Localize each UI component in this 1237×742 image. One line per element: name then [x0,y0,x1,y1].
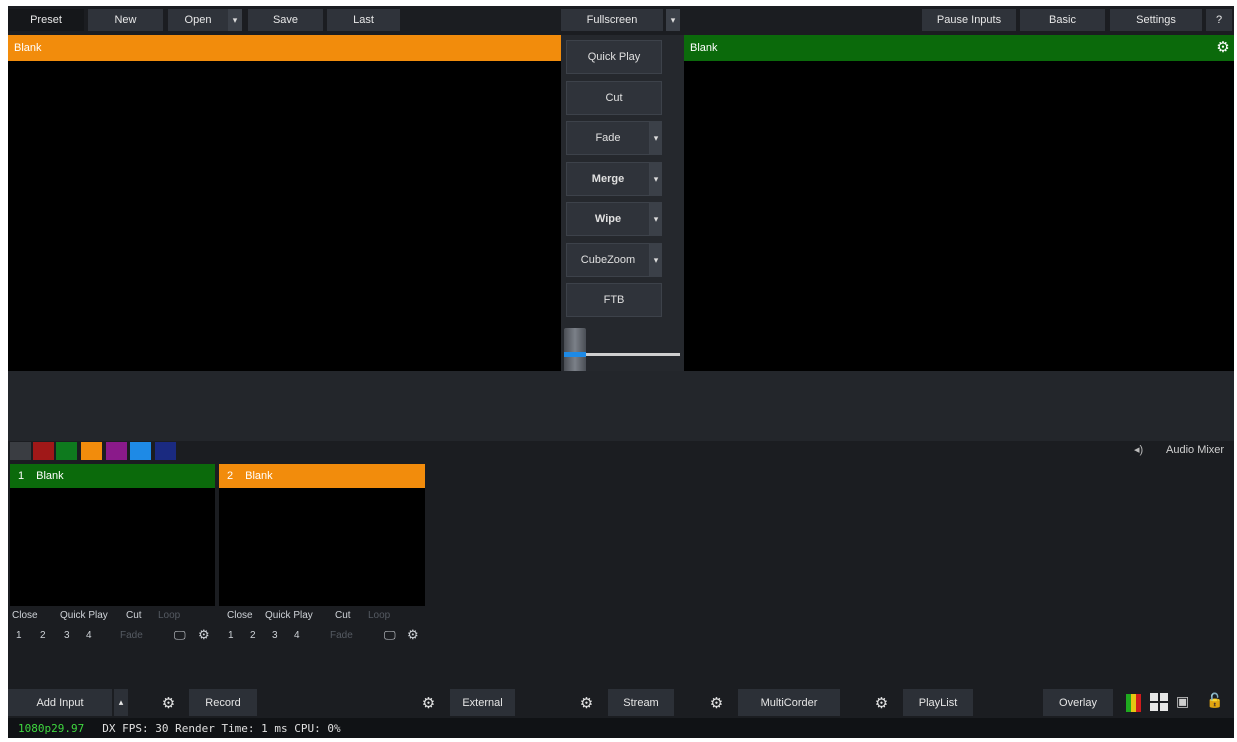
cubezoom-button[interactable]: CubeZoom [566,243,650,277]
input-2-preview[interactable] [219,488,425,606]
input-1-monitor-icon[interactable]: 🖵 [174,628,186,643]
external-settings-gear-icon[interactable]: ⚙ [415,689,442,716]
preview-video[interactable] [8,61,561,371]
record-button[interactable]: Record [189,689,257,716]
quick-play-button[interactable]: Quick Play [566,40,662,74]
color-swatch-purple[interactable] [106,442,127,460]
audio-mixer-label[interactable]: Audio Mixer [1166,444,1224,456]
new-button[interactable]: New [88,9,163,31]
playlist-settings-gear-icon[interactable]: ⚙ [868,689,895,716]
cut-button[interactable]: Cut [566,81,662,115]
input-2-overlay-1-button[interactable]: 1 [228,630,234,641]
input-1-overlay-1-button[interactable]: 1 [16,630,22,641]
preview-title-bar: Blank [8,35,561,61]
input-1-loop-button[interactable]: Loop [158,610,180,621]
input-2-close-button[interactable]: Close [227,610,253,621]
add-input-dropdown-caret[interactable]: ▴ [114,689,128,716]
performance-info: DX FPS: 30 Render Time: 1 ms CPU: 0% [102,721,341,735]
fullscreen-button[interactable]: Fullscreen [561,9,663,31]
wipe-options-caret[interactable]: ▾ [650,202,662,236]
input-1-number: 1 [18,470,25,482]
multiview-grid-icon[interactable] [1150,693,1168,711]
pause-inputs-button[interactable]: Pause Inputs [922,9,1016,31]
input-1-cut-button[interactable]: Cut [126,610,142,621]
input-2-title: Blank [245,470,273,482]
input-1-gear-icon[interactable]: ⚙ [198,627,210,643]
overlay-button[interactable]: Overlay [1043,689,1113,716]
wipe-button[interactable]: Wipe [566,202,650,236]
lock-icon[interactable]: 🔓 [1206,692,1226,712]
output-format-label: 1080p29.97 [18,721,85,735]
open-button[interactable]: Open [168,9,228,31]
input-2-gear-icon[interactable]: ⚙ [407,627,419,643]
multicorder-button[interactable]: MultiCorder [738,689,840,716]
stream-button[interactable]: Stream [608,689,674,716]
audio-mixer-icon[interactable]: ◂) [1134,443,1150,459]
input-2-number: 2 [227,470,234,482]
open-dropdown-caret[interactable]: ▾ [228,9,242,31]
t-bar-track [584,353,680,356]
basic-button[interactable]: Basic [1020,9,1105,31]
input-2-monitor-icon[interactable]: 🖵 [384,628,396,643]
ftb-button[interactable]: FTB [566,283,662,317]
color-swatch-navy[interactable] [155,442,176,460]
input-2-quick-play-button[interactable]: Quick Play [265,610,313,621]
input-1-overlay-2-button[interactable]: 2 [40,630,46,641]
status-bar: 1080p29.97 DX FPS: 30 Render Time: 1 ms … [8,718,1234,738]
color-swatch-blue[interactable] [130,442,151,460]
input-1-title: Blank [36,470,64,482]
input-1-preview[interactable] [10,488,215,606]
input-2-overlay-4-button[interactable]: 4 [294,630,300,641]
input-1-close-button[interactable]: Close [12,610,38,621]
output-video[interactable] [684,61,1234,371]
settings-button[interactable]: Settings [1110,9,1202,31]
color-swatch-orange[interactable] [81,442,102,460]
input-2-title-bar[interactable]: 2 Blank [219,464,425,488]
fullscreen-dropdown-caret[interactable]: ▾ [666,9,680,31]
input-2-fade-button[interactable]: Fade [330,630,353,641]
input-1-fade-button[interactable]: Fade [120,630,143,641]
stream-settings-gear-icon[interactable]: ⚙ [573,689,600,716]
playlist-button[interactable]: PlayList [903,689,973,716]
preset-button[interactable]: Preset [8,9,84,31]
fade-options-caret[interactable]: ▾ [650,121,662,155]
output-gear-icon[interactable]: ⚙ [1214,38,1232,56]
record-settings-gear-icon[interactable]: ⚙ [155,689,182,716]
fade-button[interactable]: Fade [566,121,650,155]
preview-title: Blank [14,42,42,54]
input-2-cut-button[interactable]: Cut [335,610,351,621]
color-swatch-gray[interactable] [10,442,31,460]
input-1-overlay-3-button[interactable]: 3 [64,630,70,641]
input-2-loop-button[interactable]: Loop [368,610,390,621]
input-1-title-bar[interactable]: 1 Blank [10,464,215,488]
merge-options-caret[interactable]: ▾ [650,162,662,196]
save-button[interactable]: Save [248,9,323,31]
snapshot-icon[interactable]: ▣ [1176,693,1196,711]
last-button[interactable]: Last [327,9,400,31]
input-1-quick-play-button[interactable]: Quick Play [60,610,108,621]
color-swatch-red[interactable] [33,442,54,460]
output-title-bar: Blank [684,35,1234,61]
input-1-overlay-4-button[interactable]: 4 [86,630,92,641]
t-bar-progress [564,352,586,357]
input-2-overlay-3-button[interactable]: 3 [272,630,278,641]
mid-strip [8,371,1234,441]
multicorder-settings-gear-icon[interactable]: ⚙ [703,689,730,716]
audio-level-meter-icon[interactable] [1126,694,1142,712]
add-input-button[interactable]: Add Input [8,689,112,716]
merge-button[interactable]: Merge [566,162,650,196]
cubezoom-options-caret[interactable]: ▾ [650,243,662,277]
color-swatch-green[interactable] [56,442,77,460]
external-button[interactable]: External [450,689,515,716]
help-button[interactable]: ? [1206,9,1232,31]
output-title: Blank [690,42,718,54]
vmix-window: Preset New Open ▾ Save Last Fullscreen ▾… [8,6,1234,738]
input-2-overlay-2-button[interactable]: 2 [250,630,256,641]
